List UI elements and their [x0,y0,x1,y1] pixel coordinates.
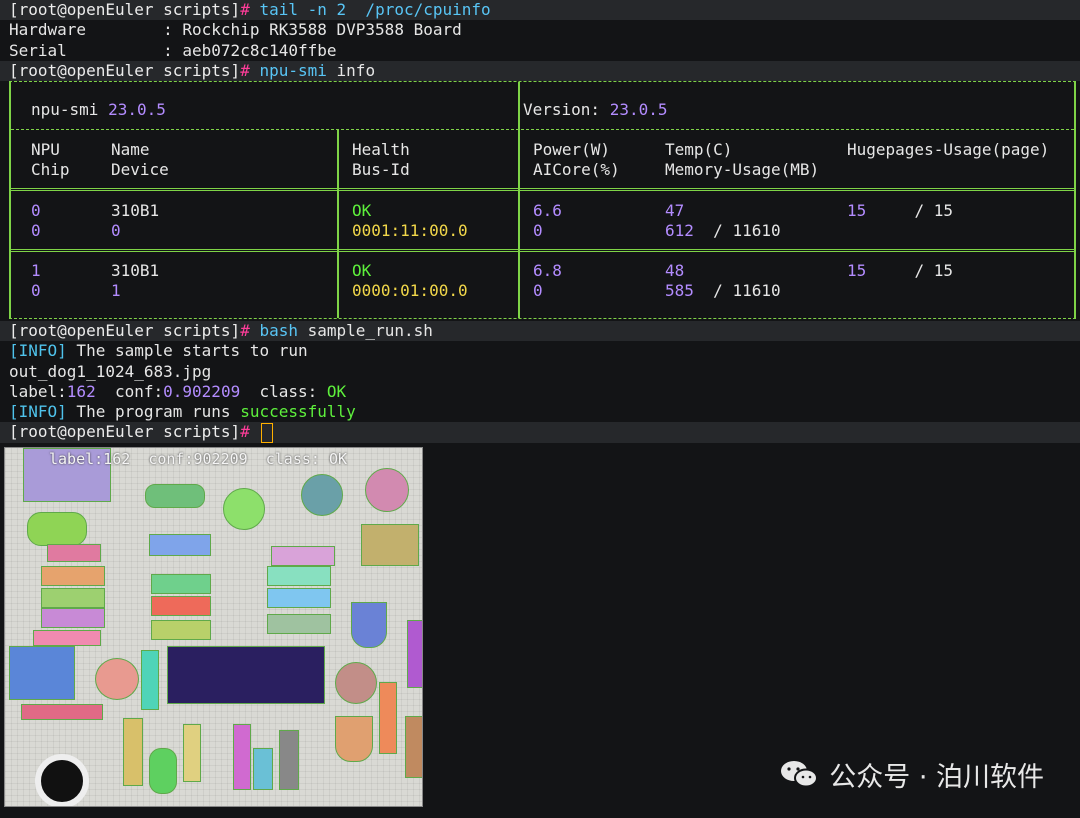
component-box [167,646,325,704]
component-box [41,608,105,628]
component-box [365,468,409,512]
header-npu: NPU Chip [31,140,70,179]
header-temp: Temp(C) Memory-Usage(MB) [665,140,820,179]
row0-health: OK 0001:11:00.0 [352,201,468,240]
component-box [21,704,103,720]
component-box [33,630,101,646]
component-box [223,488,265,530]
output-image: label:162 conf:902209 class: OK [4,447,423,807]
component-box [405,716,422,778]
row0-hugepages: 15 / 15 [847,201,953,220]
component-box [271,546,335,566]
table-divider [11,249,1074,252]
component-box [183,724,201,782]
component-box [41,566,105,586]
component-box [279,730,299,790]
component-box [379,682,397,754]
component-box [267,588,331,608]
result-line: label:162 conf:0.902209 class: OK [9,381,347,401]
column-divider [518,82,520,318]
table-divider [11,129,1074,130]
component-box [335,662,377,704]
npu-smi-tool: npu-smi 23.0.5 [31,100,166,119]
prompt-line-4[interactable]: [root@openEuler scripts]# [0,422,1080,443]
npu-version: Version: 23.0.5 [523,100,668,119]
component-box [407,620,422,688]
header-hugepages: Hugepages-Usage(page) [847,140,1050,159]
info-line-1: [INFO] The sample starts to run [9,341,308,361]
component-box [95,658,139,700]
watermark: 公众号 · 泊川软件 [779,754,1044,794]
component-box [151,574,211,594]
component-box [123,718,143,786]
header-name: Name Device [111,140,169,179]
info-line-2: [INFO] The program runs successfully [9,402,356,422]
component-box [151,620,211,640]
row1-npu: 10 [31,261,41,300]
wechat-icon [781,761,819,788]
image-caption: label:162 conf:902209 class: OK [49,450,348,468]
prompt-line-3: [root@openEuler scripts]# bash sample_ru… [0,321,1080,342]
row0-name: 310B1 0 [111,201,160,240]
component-box [253,748,273,790]
hardware-line: Hardware : Rockchip RK3588 DVP3588 Board [9,20,462,40]
row0-temp: 47 612 / 11610 [665,201,781,240]
header-health: Health Bus-Id [352,140,410,179]
component-box [267,566,331,586]
prompt-line-1: [root@openEuler scripts]# tail -n 2 /pro… [0,0,1080,21]
component-box [233,724,251,790]
row1-power: 6.8 0 [533,261,562,300]
mounting-hole [35,754,89,806]
component-box [145,484,205,508]
row0-power: 6.6 0 [533,201,562,240]
output-file-line: out_dog1_1024_683.jpg [9,361,212,381]
serial-line: Serial : aeb072c8c140ffbe [9,40,337,60]
component-box [361,524,419,566]
component-box [141,650,159,710]
component-box [47,544,101,562]
component-box [335,716,373,762]
terminal-lower[interactable]: [root@openEuler scripts]# bash sample_ru… [0,321,1080,443]
component-box [151,596,211,616]
row1-name: 310B1 1 [111,261,160,300]
terminal[interactable]: [root@openEuler scripts]# tail -n 2 /pro… [0,0,1080,82]
row0-npu: 00 [31,201,41,240]
component-box [149,748,177,794]
table-divider [11,188,1074,191]
component-box [267,614,331,634]
npu-smi-table: npu-smi 23.0.5 Version: 23.0.5 NPU Chip N… [9,81,1076,319]
component-box [301,474,343,516]
header-power: Power(W) AICore(%) [533,140,620,179]
component-box [27,512,87,546]
watermark-text: 公众号 · 泊川软件 [829,761,1044,793]
component-box [351,602,387,648]
row1-temp: 48 585 / 11610 [665,261,781,300]
row1-health: OK 0000:01:00.0 [352,261,468,300]
row1-hugepages: 15 / 15 [847,261,953,280]
component-box [9,646,75,700]
prompt-line-2: [root@openEuler scripts]# npu-smi info [0,60,1080,82]
column-divider [337,129,339,318]
text-cursor [261,422,274,443]
component-box [41,588,105,608]
component-box [149,534,211,556]
